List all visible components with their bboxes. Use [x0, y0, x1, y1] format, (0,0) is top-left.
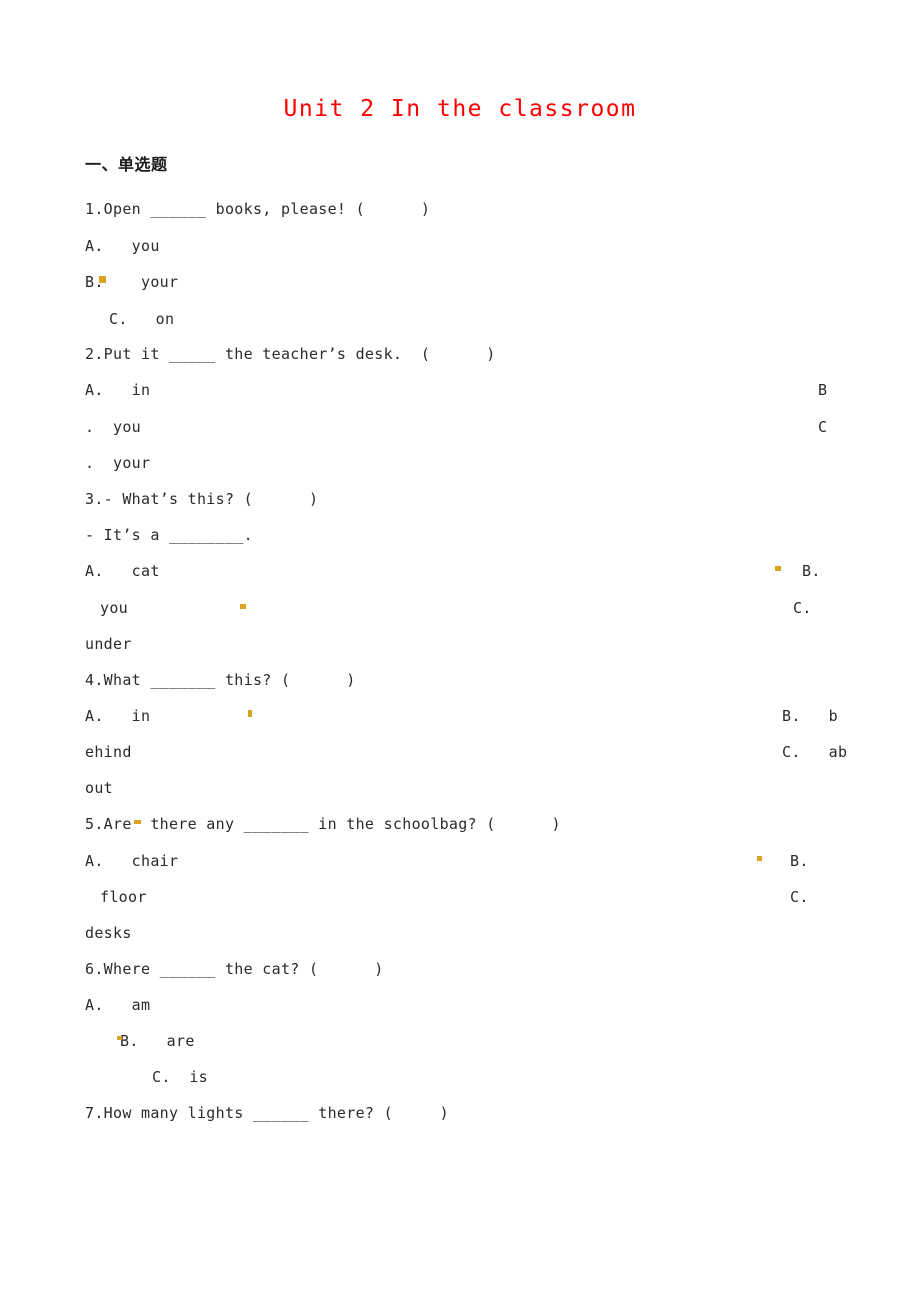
question-3-option-c-marker: C. — [793, 599, 812, 617]
question-4-option-c-tail: out — [85, 779, 113, 797]
question-4-option-c-marker: C. ab — [782, 743, 848, 761]
question-4-option-a: A. in — [85, 707, 151, 725]
scan-artifact-mark — [134, 820, 141, 824]
question-2-option-c-tail: . your — [85, 454, 151, 472]
question-3-option-c-tail: under — [85, 635, 132, 653]
question-3-option-b-tail: you — [100, 599, 128, 617]
scan-artifact-mark — [775, 566, 781, 571]
question-1-option-c: C. on — [109, 310, 175, 328]
question-6-option-b: B. are — [120, 1032, 195, 1050]
question-2-option-a: A. in — [85, 381, 151, 399]
question-6-option-c: C. is — [152, 1068, 208, 1086]
scan-artifact-mark — [117, 1036, 122, 1040]
document-page: Unit 2 In the classroom 一、单选题 1.Open ___… — [0, 0, 920, 1302]
question-3-stem-line2: - It’s a ________. — [85, 526, 253, 544]
question-7-stem: 7.How many lights ______ there? ( ) — [85, 1104, 449, 1122]
question-5-option-b-marker: B. — [790, 852, 809, 870]
scan-artifact-mark — [248, 710, 252, 717]
question-6-option-a: A. am — [85, 996, 151, 1014]
question-3-option-a: A. cat — [85, 562, 160, 580]
question-2-option-b-tail: . you — [85, 418, 141, 436]
question-5-option-b-tail: floor — [100, 888, 147, 906]
question-3-stem: 3.- What’s this? ( ) — [85, 490, 319, 508]
question-2-option-b-marker: B — [818, 381, 828, 399]
question-2-stem: 2.Put it _____ the teacher’s desk. ( ) — [85, 345, 496, 363]
question-5-option-c-marker: C. — [790, 888, 809, 906]
section-heading-single-choice: 一、单选题 — [85, 155, 168, 174]
question-2-option-c-marker: C — [818, 418, 828, 436]
question-6-stem: 6.Where ______ the cat? ( ) — [85, 960, 384, 978]
question-4-stem: 4.What _______ this? ( ) — [85, 671, 356, 689]
question-1-stem: 1.Open ______ books, please! ( ) — [85, 200, 431, 218]
scan-artifact-mark — [240, 604, 246, 609]
question-1-option-a: A. you — [85, 237, 160, 255]
question-3-option-b-marker: B. — [802, 562, 821, 580]
question-5-stem: 5.Are there any _______ in the schoolbag… — [85, 815, 561, 833]
scan-artifact-mark — [99, 276, 106, 283]
question-4-option-b-marker: B. b — [782, 707, 838, 725]
question-5-option-c-tail: desks — [85, 924, 132, 942]
scan-artifact-mark — [757, 856, 762, 861]
question-5-option-a: A. chair — [85, 852, 179, 870]
page-title: Unit 2 In the classroom — [283, 96, 637, 122]
question-4-option-b-tail: ehind — [85, 743, 132, 761]
